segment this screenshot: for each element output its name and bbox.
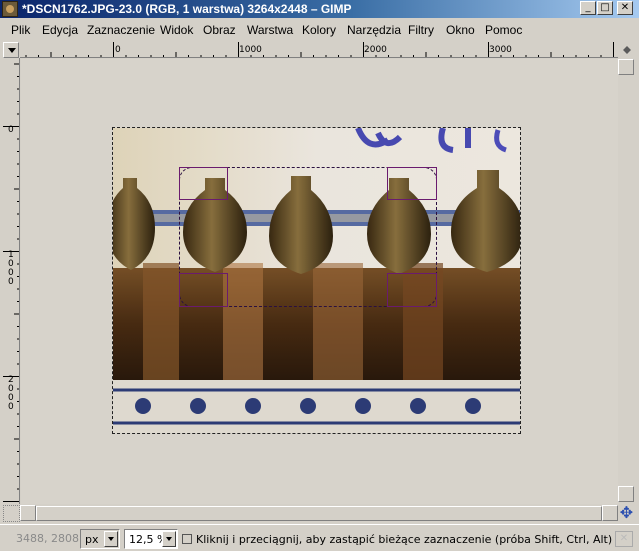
navigation-toggle-icon[interactable]: [619, 42, 635, 58]
menu-filtry[interactable]: Filtry: [408, 23, 434, 37]
navigate-cross-icon[interactable]: ✥: [618, 505, 635, 522]
scroll-up-arrow-icon[interactable]: [618, 59, 634, 75]
close-button[interactable]: ✕: [617, 1, 633, 15]
menu-okno[interactable]: Okno: [446, 23, 475, 37]
vertical-scrollbar[interactable]: [618, 59, 635, 504]
selection-handle-top-right[interactable]: [387, 167, 437, 200]
horizontal-ruler-ticks: 0 1000 2000 3000: [25, 42, 614, 57]
menu-narzedzia[interactable]: Narzędzia: [347, 23, 401, 37]
scroll-right-arrow-icon[interactable]: [602, 505, 618, 521]
ruler-corner-menu-button[interactable]: [3, 42, 19, 58]
scroll-left-arrow-icon[interactable]: [20, 505, 36, 521]
vertical-ruler-ticks: 0 1 0 0 0 2 0 0 0: [3, 63, 19, 502]
horizontal-scrollbar[interactable]: [20, 505, 618, 522]
selection-handle-top-left[interactable]: [179, 167, 228, 200]
menu-bar: Plik Edycja Zaznaczenie Widok Obraz Wars…: [0, 19, 639, 40]
menu-plik[interactable]: Plik: [11, 23, 30, 37]
menu-warstwa[interactable]: Warstwa: [247, 23, 293, 37]
menu-zaznaczenie[interactable]: Zaznaczenie: [87, 23, 155, 37]
pointer-coordinates: 3488, 2808: [16, 532, 79, 545]
menu-kolory[interactable]: Kolory: [302, 23, 336, 37]
menu-pomoc[interactable]: Pomoc: [485, 23, 522, 37]
hruler-label-2000: 2000: [364, 45, 387, 55]
hruler-label-3000: 3000: [489, 45, 512, 55]
gimp-window: *DSCN1762.JPG-23.0 (RGB, 1 warstwa) 3264…: [0, 0, 639, 551]
selection-handle-bottom-right[interactable]: [387, 273, 437, 307]
window-title: *DSCN1762.JPG-23.0 (RGB, 1 warstwa) 3264…: [22, 2, 352, 16]
status-bar: 3488, 2808 px 12,5 % Kliknij i przeciągn…: [0, 524, 639, 551]
hruler-label-1000: 1000: [239, 45, 262, 55]
vertical-ruler[interactable]: 0 1000 2000: [3, 58, 20, 504]
quick-mask-toggle-icon[interactable]: [3, 505, 20, 522]
vruler-label-2000: 2000: [8, 375, 14, 412]
horizontal-scroll-thumb[interactable]: [36, 506, 602, 521]
chevron-down-icon[interactable]: [104, 531, 118, 547]
status-message-text: Kliknij i przeciągnij, aby zastąpić bież…: [196, 533, 613, 546]
menu-edycja[interactable]: Edycja: [42, 23, 78, 37]
unit-value: px: [85, 533, 99, 546]
image-canvas[interactable]: [21, 59, 618, 504]
cancel-operation-icon[interactable]: ✕: [615, 531, 633, 547]
title-bar[interactable]: *DSCN1762.JPG-23.0 (RGB, 1 warstwa) 3264…: [0, 0, 639, 18]
hruler-label-0: 0: [115, 45, 121, 55]
chevron-down-icon[interactable]: [162, 531, 176, 547]
vruler-label-0: 0: [8, 125, 14, 135]
menu-obraz[interactable]: Obraz: [203, 23, 236, 37]
status-message: Kliknij i przeciągnij, aby zastąpić bież…: [182, 533, 612, 546]
minimize-button[interactable]: _: [580, 1, 596, 15]
scroll-down-arrow-icon[interactable]: [618, 486, 634, 502]
menu-widok[interactable]: Widok: [160, 23, 193, 37]
horizontal-ruler[interactable]: 0 1000 2000 3000: [20, 42, 618, 58]
unit-select[interactable]: px: [80, 529, 120, 549]
vruler-label-1000: 1000: [8, 250, 14, 287]
gimp-app-icon[interactable]: [2, 1, 18, 17]
selection-tool-icon: [182, 534, 192, 544]
selection-handle-bottom-left[interactable]: [179, 273, 228, 307]
zoom-select[interactable]: 12,5 %: [124, 529, 178, 549]
maximize-button[interactable]: □: [597, 1, 613, 15]
